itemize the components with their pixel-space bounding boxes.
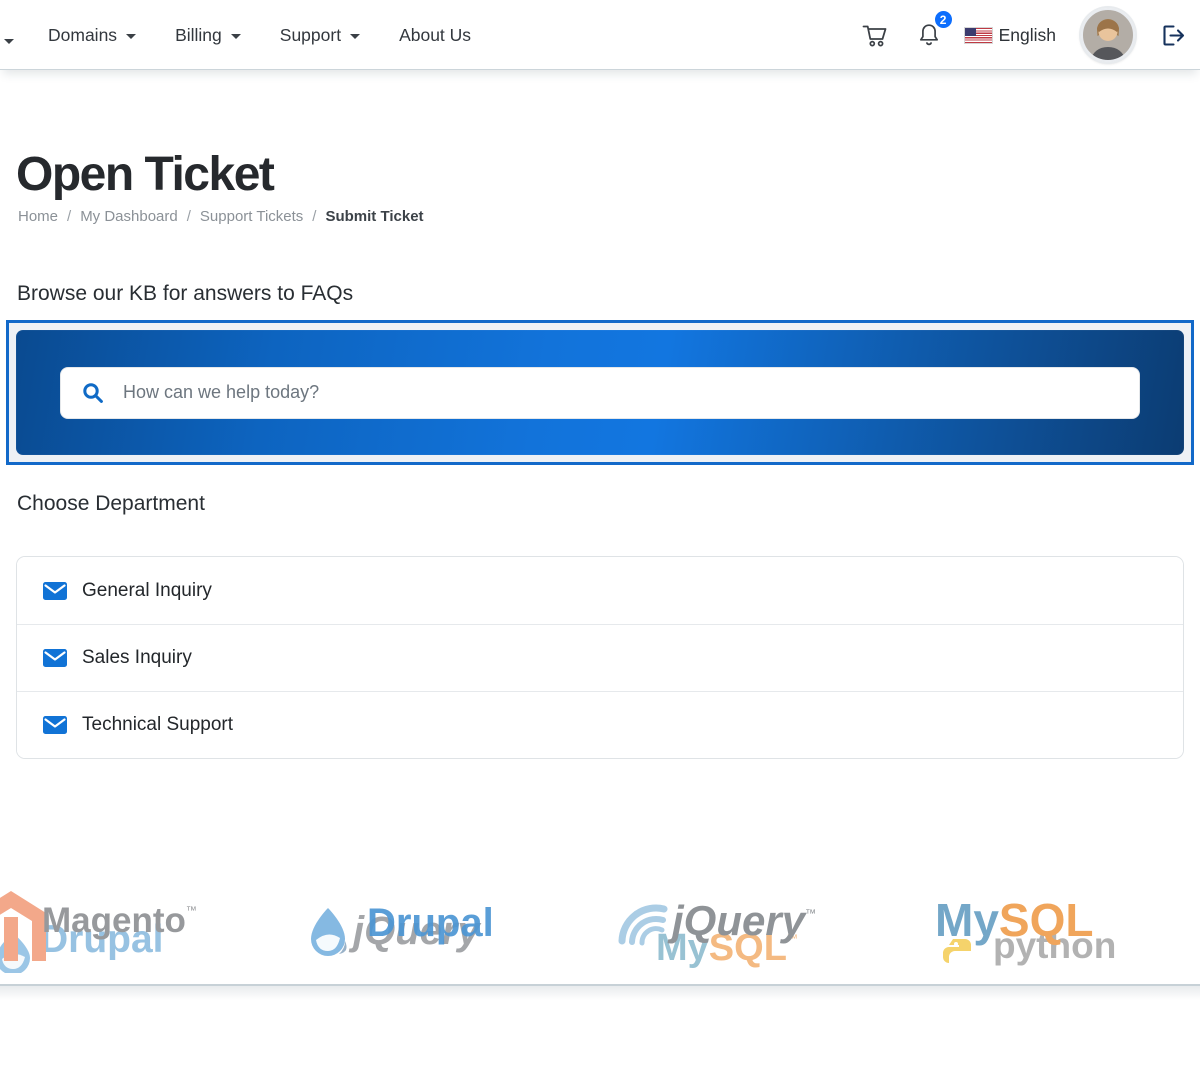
- envelope-icon: [43, 716, 67, 734]
- breadcrumb-submit-ticket: Submit Ticket: [325, 208, 423, 225]
- department-general-inquiry[interactable]: General Inquiry: [17, 557, 1183, 624]
- language-label: English: [999, 25, 1056, 46]
- choose-department-heading: Choose Department: [17, 492, 205, 516]
- top-navbar: Domains Billing Support About Us 2 Engli…: [0, 0, 1200, 70]
- department-label: General Inquiry: [82, 580, 212, 602]
- breadcrumb-my-dashboard[interactable]: My Dashboard: [80, 208, 178, 225]
- drupal-drop-icon: [305, 907, 351, 966]
- page-title: Open Ticket: [16, 147, 273, 202]
- nav-item-about-us[interactable]: About Us: [399, 25, 471, 46]
- department-list: General Inquiry Sales Inquiry Technical …: [16, 556, 1184, 759]
- user-avatar[interactable]: [1081, 8, 1135, 62]
- us-flag-icon: [965, 28, 992, 43]
- shopping-cart-icon: [861, 22, 888, 48]
- department-label: Technical Support: [82, 714, 233, 736]
- chevron-down-icon: [350, 34, 360, 39]
- notifications-button[interactable]: 2: [917, 22, 941, 48]
- kb-search-input[interactable]: [60, 367, 1140, 419]
- avatar-photo: [1081, 8, 1135, 62]
- envelope-icon: [43, 649, 67, 667]
- kb-search-panel: [16, 330, 1184, 455]
- chevron-down-icon: [231, 34, 241, 39]
- notification-count-badge: 2: [933, 9, 954, 30]
- logout-icon: [1160, 22, 1187, 49]
- logo-mysql: python MySQL: [875, 885, 1200, 982]
- logout-button[interactable]: [1160, 22, 1187, 49]
- logo-drupal: jQuery Drupal: [305, 885, 605, 982]
- cart-button[interactable]: [861, 22, 888, 48]
- footer-divider: [0, 984, 1200, 1000]
- language-selector[interactable]: English: [965, 25, 1056, 46]
- department-technical-support[interactable]: Technical Support: [17, 691, 1183, 758]
- department-label: Sales Inquiry: [82, 647, 192, 669]
- nav-item-billing[interactable]: Billing: [175, 25, 241, 46]
- breadcrumb: Home / My Dashboard / Support Tickets / …: [18, 208, 424, 225]
- search-icon: [82, 382, 104, 404]
- logo-magento: Drupal Magento™: [0, 885, 232, 982]
- envelope-icon: [43, 582, 67, 600]
- breadcrumb-support-tickets[interactable]: Support Tickets: [200, 208, 303, 225]
- breadcrumb-home[interactable]: Home: [18, 208, 58, 225]
- nav-item-domains[interactable]: Domains: [48, 25, 136, 46]
- nav-actions: 2 English: [861, 0, 1187, 70]
- kb-search-section: [6, 320, 1194, 465]
- partner-logo-carousel: Drupal Magento™ jQuery Drupal: [0, 885, 1200, 982]
- nav-item-support[interactable]: Support: [280, 25, 360, 46]
- chevron-down-icon: [126, 34, 136, 39]
- kb-heading: Browse our KB for answers to FAQs: [17, 282, 353, 306]
- nav-menu: Domains Billing Support About Us: [0, 0, 471, 70]
- department-sales-inquiry[interactable]: Sales Inquiry: [17, 624, 1183, 691]
